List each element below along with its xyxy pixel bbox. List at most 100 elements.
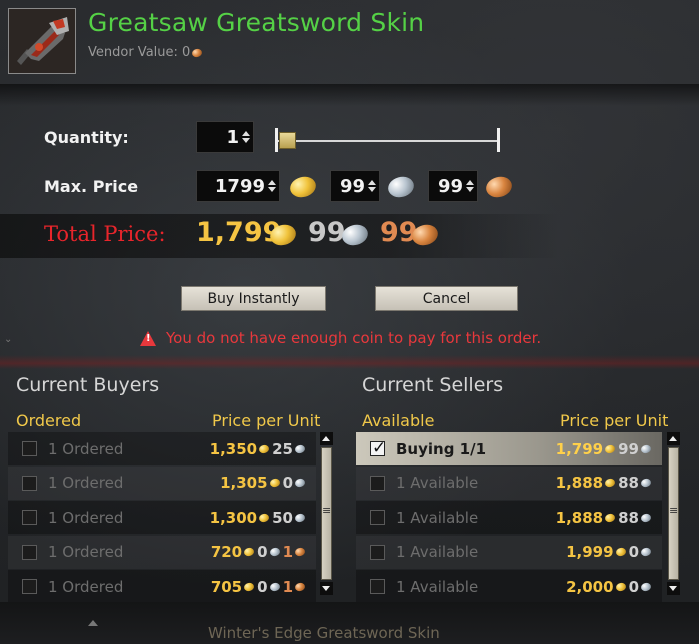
row-price: 1,888 88	[556, 509, 654, 527]
collapse-arrow-icon[interactable]: ⌄	[4, 334, 12, 345]
silver-coin-icon	[294, 477, 306, 489]
scroll-thumb[interactable]	[668, 447, 679, 580]
warning-icon	[140, 330, 156, 346]
buyers-scrollbar[interactable]	[320, 432, 333, 595]
checkbox[interactable]	[22, 510, 37, 525]
price-gold: 1,799	[555, 439, 604, 458]
price-copper: 1	[282, 577, 293, 596]
max-silver-arrows[interactable]	[368, 180, 376, 192]
table-row[interactable]: ✓ Buying 1/1 1,799 99	[356, 432, 662, 465]
checkbox[interactable]	[370, 510, 385, 525]
gold-coin-icon	[243, 581, 255, 592]
sellers-title: Current Sellers	[362, 374, 504, 396]
quantity-stepper-arrows[interactable]	[242, 131, 250, 143]
max-gold-arrows[interactable]	[268, 180, 276, 192]
vendor-value-label: Vendor Value:	[88, 45, 178, 60]
total-gold-value: 1,799	[196, 217, 282, 248]
silver-coin-icon	[640, 477, 652, 489]
table-row[interactable]: 1 Available 1,888 88	[356, 501, 662, 534]
max-gold-stepper[interactable]: 1799	[196, 170, 280, 202]
checkbox[interactable]	[22, 579, 37, 594]
quantity-slider-max	[497, 128, 500, 152]
silver-coin-icon	[268, 581, 281, 592]
table-row[interactable]: 1 Available 1,999 0	[356, 535, 662, 569]
checkbox[interactable]	[22, 544, 37, 560]
total-gold: 1,799	[196, 217, 281, 248]
price-silver: 88	[618, 508, 639, 527]
scroll-up-icon[interactable]	[320, 432, 333, 445]
price-gold: 1,305	[220, 474, 268, 492]
table-row[interactable]: 1 Available 2,000 0	[356, 570, 662, 603]
row-label: 1 Available	[396, 474, 479, 492]
silver-coin-icon	[268, 546, 281, 558]
price-silver: 0	[628, 543, 639, 561]
max-silver-stepper[interactable]: 99	[330, 170, 380, 202]
scroll-up-icon[interactable]	[667, 432, 680, 445]
silver-coin-icon	[385, 173, 417, 201]
price-gold: 1,300	[209, 508, 258, 527]
max-copper-stepper[interactable]: 99	[428, 170, 478, 202]
greatsaw-sword-icon	[8, 8, 76, 74]
gold-coin-icon	[614, 581, 627, 592]
scroll-down-icon[interactable]	[320, 582, 333, 595]
table-row[interactable]: 1 Ordered 1,305 0	[8, 466, 316, 500]
price-copper: 1	[282, 543, 293, 561]
silver-coin-icon	[640, 581, 652, 592]
buyers-col-price: Price per Unit	[212, 411, 321, 430]
checkbox[interactable]	[370, 544, 385, 560]
gold-coin-icon	[258, 512, 270, 523]
table-row[interactable]: 1 Ordered 1,350 25	[8, 432, 316, 465]
price-gold: 705	[210, 577, 243, 596]
price-silver: 0	[628, 577, 639, 596]
price-silver: 25	[272, 439, 293, 458]
scroll-thumb[interactable]	[321, 447, 332, 580]
sellers-scrollbar[interactable]	[667, 432, 680, 595]
header-divider	[0, 84, 699, 106]
gold-coin-icon	[604, 477, 616, 489]
checkbox[interactable]	[22, 475, 37, 491]
copper-coin-icon	[483, 173, 515, 201]
section-divider	[0, 355, 699, 369]
price-silver: 0	[257, 543, 268, 561]
row-price: 1,300 50	[210, 509, 308, 527]
silver-coin-icon	[640, 443, 652, 454]
max-copper-arrows[interactable]	[466, 180, 474, 192]
silver-coin-icon	[640, 546, 652, 558]
max-price-label: Max. Price	[44, 177, 139, 196]
checkbox[interactable]	[22, 441, 37, 456]
total-price-label: Total Price:	[44, 222, 166, 246]
quantity-stepper[interactable]: 1	[196, 121, 254, 153]
gold-coin-icon	[604, 512, 616, 523]
gold-coin-icon	[287, 173, 319, 201]
row-label: 1 Ordered	[48, 439, 124, 458]
buy-instantly-button[interactable]: Buy Instantly	[181, 286, 326, 311]
row-label: 1 Available	[396, 577, 479, 596]
cancel-button[interactable]: Cancel	[375, 286, 518, 311]
gold-coin-icon	[268, 477, 281, 489]
row-price: 1,350 25	[210, 440, 308, 458]
expand-arrow-icon[interactable]	[88, 620, 98, 626]
checkbox[interactable]	[370, 579, 385, 594]
buyers-title: Current Buyers	[16, 374, 160, 396]
quantity-label: Quantity:	[44, 128, 129, 147]
row-label: 1 Ordered	[48, 577, 124, 596]
price-silver: 99	[618, 439, 639, 458]
copper-coin-icon	[191, 47, 204, 58]
row-price: 1,305 0	[220, 474, 308, 492]
row-price: 2,000 0	[566, 578, 654, 596]
checkbox[interactable]	[370, 475, 385, 491]
table-row[interactable]: 1 Available 1,888 88	[356, 466, 662, 500]
sellers-col-price: Price per Unit	[560, 411, 669, 430]
table-row[interactable]: 1 Ordered 705 0 1	[8, 570, 316, 603]
max-copper-value: 99	[437, 175, 463, 197]
scroll-down-icon[interactable]	[667, 582, 680, 595]
gold-coin-icon	[614, 546, 627, 558]
checkbox-checked[interactable]: ✓	[370, 438, 386, 458]
table-row[interactable]: 1 Ordered 1,300 50	[8, 501, 316, 534]
quantity-slider[interactable]	[278, 140, 498, 142]
row-label: 1 Available	[396, 543, 479, 561]
table-row[interactable]: 1 Ordered 720 0 1	[8, 535, 316, 569]
quantity-slider-handle[interactable]	[279, 132, 296, 149]
silver-coin-icon	[294, 512, 306, 523]
row-label: 1 Available	[396, 508, 479, 527]
